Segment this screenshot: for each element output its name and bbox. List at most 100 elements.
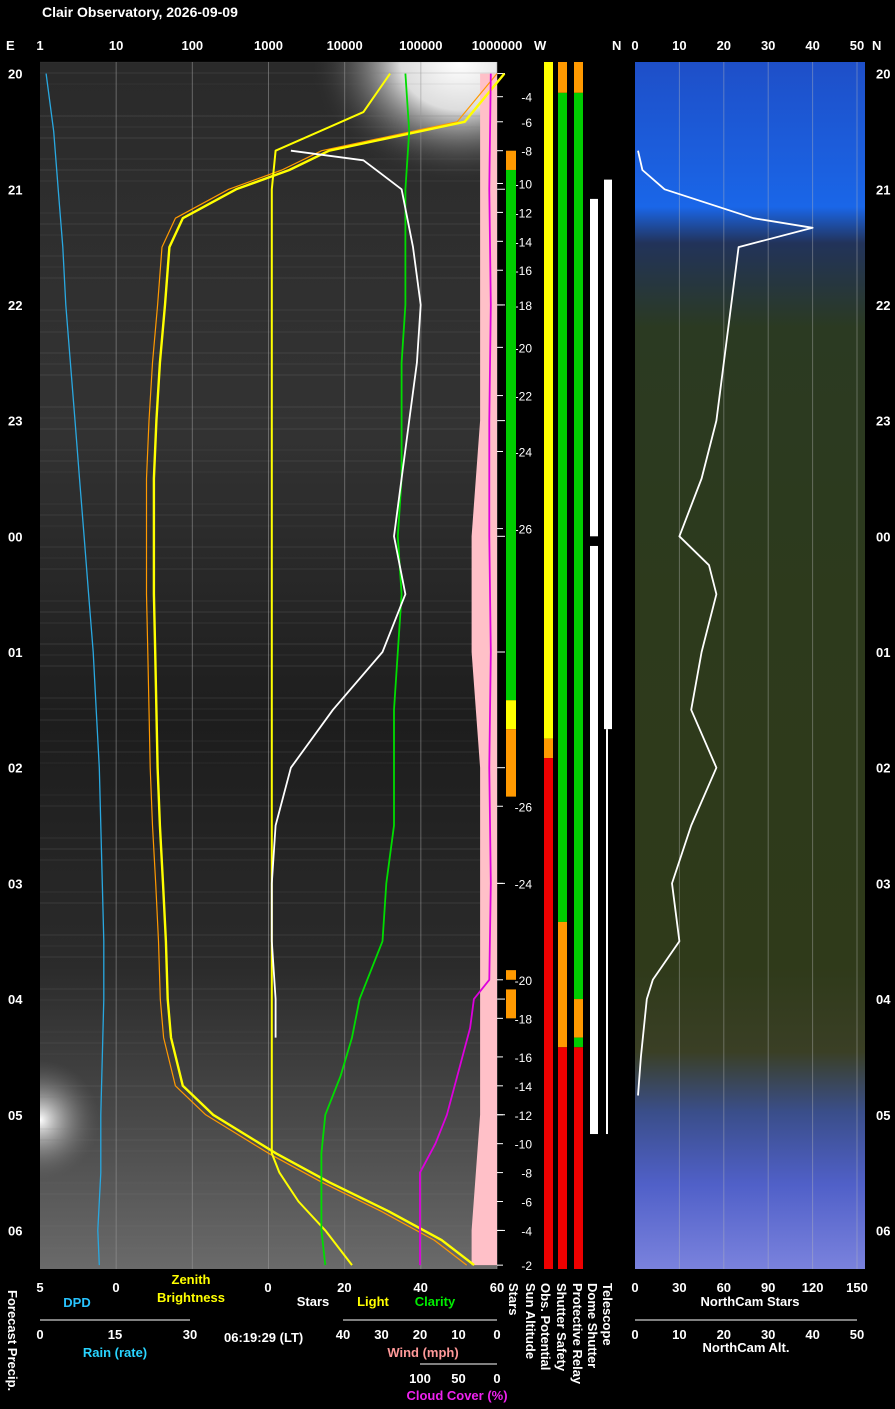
- dpd-tick: 0: [112, 1280, 119, 1295]
- dusk-glow: [250, 62, 497, 262]
- forecast-precip-label: Forecast Precip.: [5, 1290, 20, 1391]
- northcam-alt-top-tick: 0: [631, 38, 638, 53]
- status-bars: -4 -6 -8 -10 -12 -14 -16 -18 -20 -22 -24 -26 -26 -24 -…: [497, 62, 612, 1273]
- hour-label-left: 06: [8, 1223, 22, 1238]
- dawn-glow: [40, 1060, 160, 1180]
- log-tick-label: 100: [181, 38, 203, 53]
- sun-altitude-label: -10: [515, 177, 533, 191]
- status-segment: [544, 738, 553, 759]
- sun-altitude-label: -26: [515, 800, 533, 814]
- status-segment: [506, 700, 516, 730]
- wind-tick: 40: [336, 1327, 350, 1342]
- northcam-stars-tick: 90: [761, 1280, 775, 1295]
- northcam-alt-top-tick: 20: [717, 38, 731, 53]
- northcam-alt-top-tick: 10: [672, 38, 686, 53]
- sun-altitude-label: -18: [515, 1012, 533, 1026]
- status-segment: [558, 62, 567, 93]
- hour-label-right: 20: [876, 67, 890, 82]
- status-label: Protective Relay: [570, 1283, 585, 1385]
- hour-label-left: 20: [8, 67, 22, 82]
- wind-tick: 10: [451, 1327, 465, 1342]
- northcam-alt-top-tick: 50: [850, 38, 864, 53]
- timestamp: 06:19:29 (LT): [224, 1330, 303, 1345]
- clarity-label: Clarity: [415, 1294, 456, 1309]
- status-label: Dome Shutter: [585, 1283, 600, 1368]
- top-axis-east-letter: E: [6, 38, 15, 53]
- status-segment: [590, 545, 598, 1135]
- cloud-tick: 0: [493, 1371, 500, 1386]
- hour-label-right: 05: [876, 1108, 890, 1123]
- sun-altitude-label: -14: [515, 1080, 533, 1094]
- sun-altitude-label: -2: [521, 1259, 532, 1273]
- status-segment: [574, 62, 583, 93]
- hour-label-left: 02: [8, 761, 22, 776]
- status-segment: [558, 1047, 567, 1269]
- log-tick-label: 1: [36, 38, 43, 53]
- hour-label-left: 05: [8, 1108, 22, 1123]
- hour-label-left: 21: [8, 182, 22, 197]
- log-tick-label: 100000: [399, 38, 442, 53]
- northcam-alt-tick: 40: [805, 1327, 819, 1342]
- wind-tick: 30: [374, 1327, 388, 1342]
- hour-label-left: 04: [8, 992, 23, 1007]
- sun-altitude-label: -4: [521, 1224, 532, 1238]
- stars-light-tick: 60: [490, 1280, 504, 1295]
- status-label: Telescope: [600, 1283, 615, 1346]
- status-segment: [506, 989, 516, 1019]
- sun-altitude-label: -16: [515, 264, 533, 278]
- hour-label-left: 01: [8, 645, 22, 660]
- observatory-chart: -4-6-8-10-12-14-16-18-20-22-24-26-26-24-…: [5, 4, 891, 1403]
- northcam-stars-tick: 150: [846, 1280, 868, 1295]
- hour-label-right: 02: [876, 761, 890, 776]
- zenith-label: Zenith: [172, 1272, 211, 1287]
- status-segment: [604, 179, 612, 730]
- status-label: Sun Altitude: [523, 1283, 538, 1359]
- hour-label-left: 23: [8, 414, 22, 429]
- hour-label-left: 22: [8, 298, 22, 313]
- top-axis-north-letter: N: [612, 38, 621, 53]
- sun-altitude-label: -16: [515, 1051, 533, 1065]
- status-segment: [574, 1047, 583, 1269]
- top-axis-right-letter: N: [872, 38, 881, 53]
- northcam-stars-tick: 0: [631, 1280, 638, 1295]
- status-label: Shutter Safety: [554, 1283, 569, 1372]
- hour-label-right: 23: [876, 414, 890, 429]
- northcam-alt-tick: 10: [672, 1327, 686, 1342]
- status-segment: [506, 970, 516, 980]
- status-segment: [506, 169, 516, 701]
- sun-altitude-label: -8: [521, 1167, 532, 1181]
- top-axis-west-letter: W: [534, 38, 547, 53]
- stars-light-tick: 20: [337, 1280, 351, 1295]
- sun-altitude-label: -26: [515, 523, 533, 537]
- chart-title: Clair Observatory, 2026-09-09: [42, 4, 238, 20]
- northcam-alt-tick: 50: [850, 1327, 864, 1342]
- status-segment: [590, 198, 598, 537]
- hour-label-right: 22: [876, 298, 890, 313]
- sun-altitude-label: -6: [521, 116, 532, 130]
- sun-altitude-label: -8: [521, 145, 532, 159]
- status-segment: [544, 62, 553, 739]
- sun-altitude-label: -22: [515, 390, 533, 404]
- northcam-alt-top-tick: 40: [805, 38, 819, 53]
- rain-tick: 0: [36, 1327, 43, 1342]
- sun-altitude-label: -20: [515, 341, 533, 355]
- sun-altitude-label: -6: [521, 1196, 532, 1210]
- sun-altitude-label: -12: [515, 1109, 533, 1123]
- dpd-tick: 5: [36, 1280, 43, 1295]
- status-segment: [606, 729, 608, 1135]
- stars-label: Stars: [297, 1294, 330, 1309]
- hour-label-right: 00: [876, 529, 890, 544]
- cloud-label: Cloud Cover (%): [406, 1388, 507, 1403]
- hour-label-right: 21: [876, 182, 890, 197]
- wind-tick: 0: [493, 1327, 500, 1342]
- light-label: Light: [357, 1294, 389, 1309]
- status-label: Obs. Potential: [538, 1283, 553, 1370]
- status-segment: [544, 758, 553, 1269]
- rain-label: Rain (rate): [83, 1345, 147, 1360]
- rain-tick: 30: [183, 1327, 197, 1342]
- hour-label-right: 03: [876, 876, 890, 891]
- hour-label-left: 00: [8, 529, 22, 544]
- sun-altitude-label: -24: [515, 877, 533, 891]
- northcam-stars-tick: 30: [672, 1280, 686, 1295]
- wind-label: Wind (mph): [387, 1345, 458, 1360]
